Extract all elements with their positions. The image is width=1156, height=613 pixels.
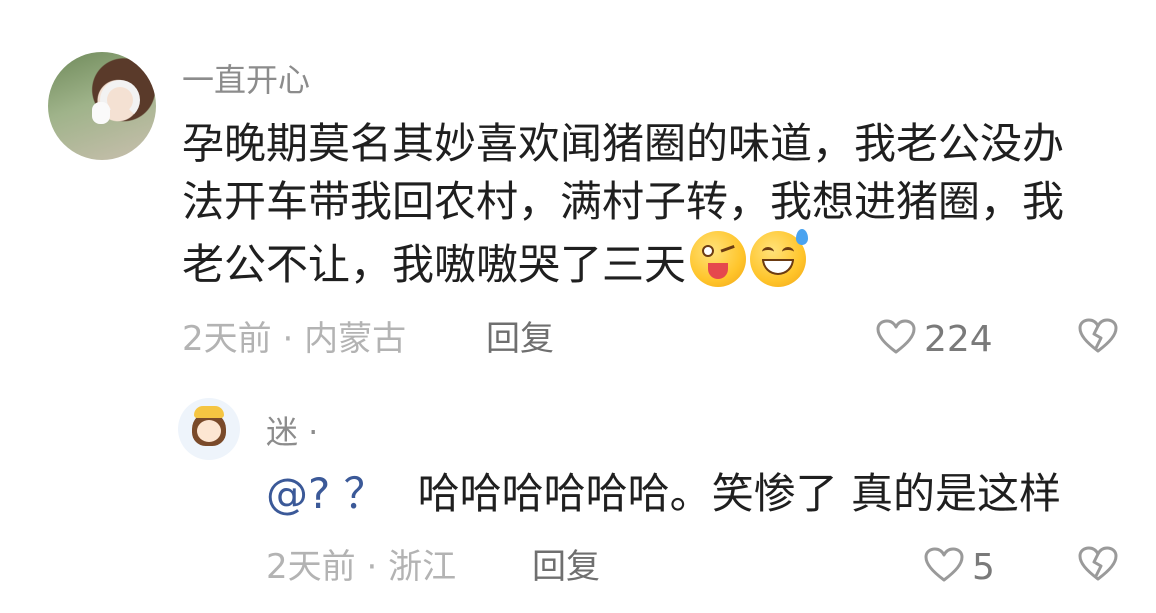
mention-link[interactable]: @? ？: [266, 469, 386, 518]
comment-meta: 2天前 · 内蒙古: [182, 316, 406, 362]
reply-like-button[interactable]: 5: [924, 544, 995, 590]
replier-username[interactable]: 迷 ·: [266, 410, 318, 454]
meta-separator: ·: [271, 319, 305, 359]
reply-text: 哈哈哈哈哈哈。笑惨了 真的是这样: [417, 469, 1062, 518]
like-count: 224: [924, 318, 993, 360]
reply-dislike-button[interactable]: [1078, 546, 1118, 586]
broken-heart-icon: [1078, 318, 1118, 358]
comment-time: 2天前: [182, 319, 272, 359]
broken-heart-icon: [1078, 546, 1118, 586]
winking-tongue-emoji-icon: [690, 231, 747, 287]
reply-time: 2天前: [266, 547, 356, 587]
headphone-ear-shape: [92, 102, 110, 124]
heart-icon: [924, 547, 964, 587]
commenter-username[interactable]: 一直开心: [182, 58, 310, 102]
replier-avatar[interactable]: [178, 398, 240, 460]
like-button[interactable]: 224: [876, 316, 993, 362]
reply-meta: 2天前 · 浙江: [266, 544, 456, 590]
reply-body: @? ？ 哈哈哈哈哈哈。笑惨了 真的是这样: [266, 466, 1061, 522]
comment-location: 内蒙古: [304, 319, 407, 359]
grinning-sweat-emoji-icon: [750, 229, 809, 287]
reply-button[interactable]: 回复: [486, 316, 554, 362]
reply-to-reply-button[interactable]: 回复: [532, 544, 600, 590]
commenter-avatar[interactable]: [48, 52, 156, 160]
avatar-hat-shape: [194, 406, 224, 418]
avatar-face-shape: [197, 420, 221, 442]
comment-text: 孕晚期莫名其妙喜欢闻猪圈的味道，我老公没办法开车带我回农村，满村子转，我想进猪圈…: [182, 119, 1065, 289]
heart-icon: [876, 319, 916, 359]
meta-separator: ·: [355, 547, 389, 587]
reply-like-count: 5: [972, 546, 995, 588]
comment-body: 孕晚期莫名其妙喜欢闻猪圈的味道，我老公没办法开车带我回农村，满村子转，我想进猪圈…: [182, 115, 1102, 294]
dislike-button[interactable]: [1078, 318, 1118, 358]
reply-location: 浙江: [388, 547, 457, 587]
